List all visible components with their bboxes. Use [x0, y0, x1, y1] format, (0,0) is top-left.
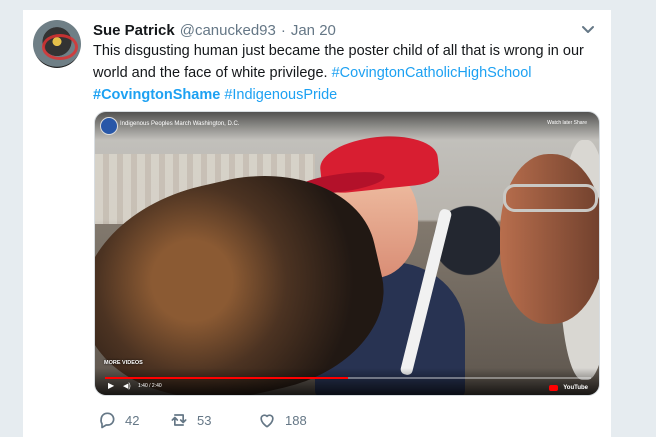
- tweet-actions: 42 53 188: [97, 409, 367, 431]
- tweet-text-line-2-prefix: world and the face of white privilege.: [93, 65, 328, 81]
- video-progress-track[interactable]: [105, 377, 591, 379]
- like-count: 188: [285, 412, 307, 428]
- video-time: 1:40 / 2:40: [138, 383, 162, 389]
- elder-face: [500, 154, 599, 324]
- tweet-text-line-1: This disgusting human just became the po…: [93, 43, 584, 59]
- header-separator: ·: [280, 22, 286, 39]
- author-handle[interactable]: @canucked93: [180, 22, 276, 39]
- youtube-logo[interactable]: YouTube: [549, 385, 588, 391]
- reply-icon: [100, 412, 115, 429]
- video-title[interactable]: Indigenous Peoples March Washington, D.C…: [120, 121, 240, 127]
- glasses: [503, 184, 598, 212]
- hashtag-indigenous-pride[interactable]: #IndigenousPride: [224, 87, 337, 103]
- heart-icon: [260, 414, 274, 428]
- channel-logo-icon[interactable]: [100, 117, 118, 135]
- youtube-text: YouTube: [563, 385, 588, 391]
- video-title-bar: Indigenous Peoples March Washington, D.C…: [95, 112, 599, 140]
- reply-button[interactable]: 42: [97, 409, 169, 431]
- tweet-text: This disgusting human just became the po…: [93, 40, 593, 106]
- chevron-down-icon[interactable]: [581, 25, 595, 35]
- play-icon[interactable]: ▶: [108, 381, 114, 390]
- reply-count: 42: [125, 412, 140, 428]
- hashtag-covington-catholic-high-school[interactable]: #CovingtonCatholicHighSchool: [332, 65, 532, 81]
- video-progress-fill: [105, 377, 348, 379]
- like-button[interactable]: 188: [257, 409, 337, 431]
- embedded-video[interactable]: Indigenous Peoples March Washington, D.C…: [94, 111, 600, 396]
- avatar[interactable]: [33, 20, 81, 68]
- volume-icon[interactable]: ◀): [123, 382, 131, 390]
- video-top-actions[interactable]: Watch later Share: [547, 120, 587, 126]
- retweet-button[interactable]: 53: [169, 409, 257, 431]
- tweet-header: Sue Patrick @canucked93 · Jan 20: [93, 22, 336, 42]
- tweet-date[interactable]: Jan 20: [291, 22, 336, 39]
- retweet-icon: [171, 414, 187, 426]
- youtube-play-icon: [549, 385, 559, 391]
- more-videos-label[interactable]: MORE VIDEOS: [104, 360, 143, 366]
- retweet-count: 53: [197, 412, 212, 428]
- video-controls: ▶ ◀) 1:40 / 2:40 YouTube: [95, 368, 599, 395]
- hashtag-covington-shame[interactable]: #CovingtonShame: [93, 87, 220, 103]
- author-name[interactable]: Sue Patrick: [93, 22, 175, 39]
- tweet-card: Sue Patrick @canucked93 · Jan 20 This di…: [22, 10, 612, 437]
